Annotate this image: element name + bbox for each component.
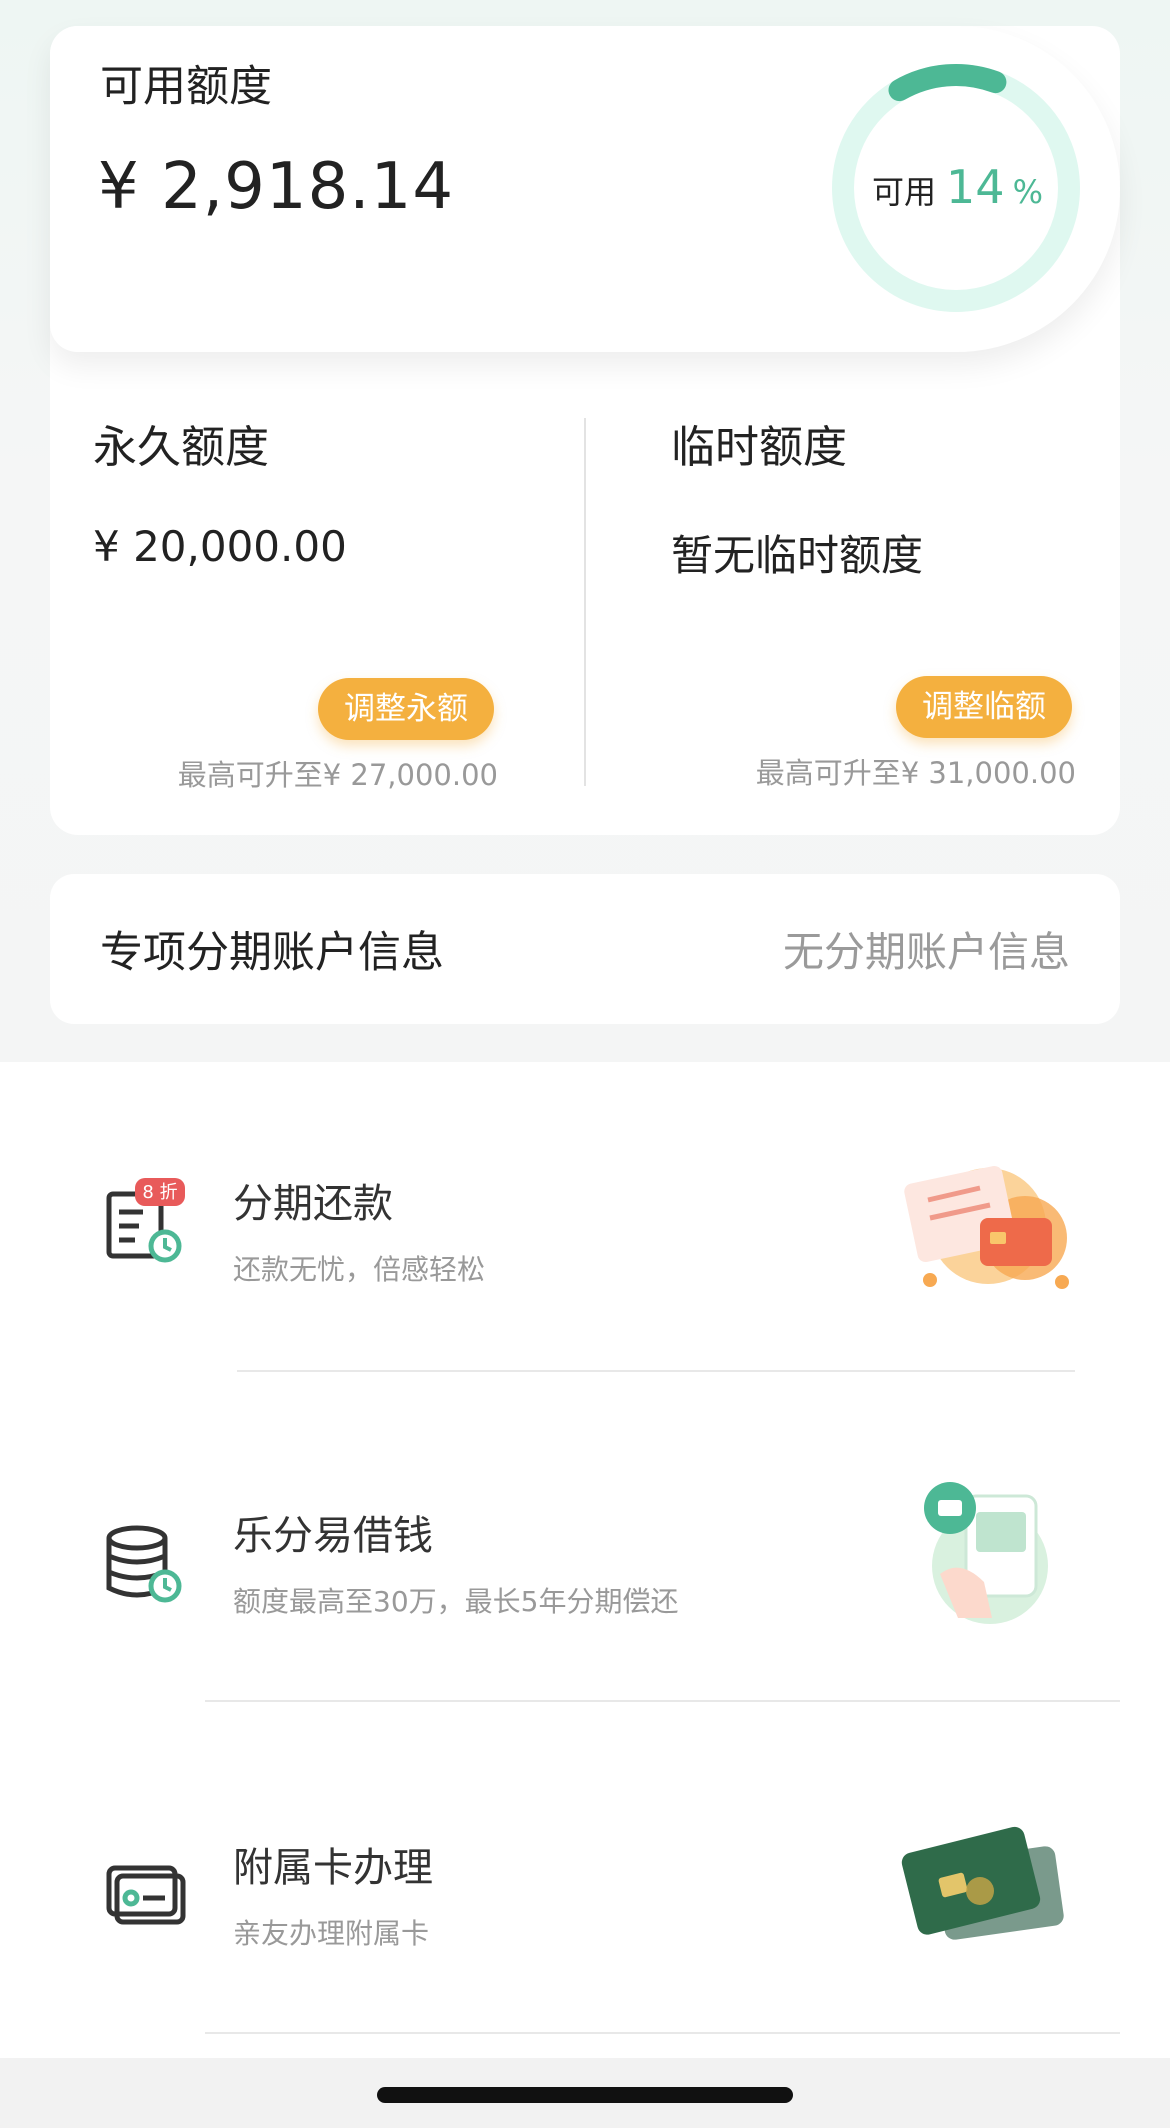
card-icon (106, 1865, 186, 1925)
ring-percent-unit: % (1012, 173, 1043, 211)
service-title[interactable]: 乐分易借钱 (233, 1503, 433, 1561)
available-limit-amount: ¥ 2,918.14 (98, 150, 455, 224)
phone-hand-illustration (924, 1482, 1048, 1624)
installment-account-title: 专项分期账户信息 (100, 928, 444, 978)
temporary-limit-value: 暂无临时额度 (671, 531, 924, 580)
service-subtitle: 额度最高至30万，最长5年分期偿还 (233, 1585, 679, 1618)
list-divider (205, 2032, 1120, 2034)
service-subtitle: 还款无忧，倍感轻松 (233, 1253, 486, 1286)
adjust-temporary-button[interactable]: 调整临额 (896, 676, 1072, 738)
permanent-limit-hint: 最高可升至¥ 27,000.00 (177, 758, 498, 792)
list-divider (237, 1370, 1075, 1372)
ring-label: 可用 14% (872, 160, 1043, 214)
bill-card-illustration (904, 1165, 1069, 1289)
home-indicator (377, 2087, 793, 2103)
permanent-limit-value: ¥ 20,000.00 (93, 522, 347, 571)
ring-label-text: 可用 (872, 173, 937, 211)
list-divider (205, 1700, 1120, 1702)
permanent-limit-title: 永久额度 (93, 422, 269, 473)
installment-account-value: 无分期账户信息 (783, 928, 1070, 976)
bank-card-illustration (901, 1826, 1064, 1940)
service-title[interactable]: 分期还款 (233, 1171, 393, 1229)
adjust-permanent-button[interactable]: 调整永额 (318, 678, 494, 740)
temporary-limit-hint: 最高可升至¥ 31,000.00 (755, 756, 1076, 790)
coin-stack-clock-icon (106, 1525, 182, 1603)
bill-clock-icon: 8 折 (106, 1178, 185, 1263)
available-limit-title: 可用额度 (100, 62, 272, 112)
temporary-limit-title: 临时额度 (671, 422, 847, 473)
service-subtitle: 亲友办理附属卡 (233, 1917, 430, 1950)
column-divider (584, 418, 586, 786)
ring-percent-value: 14 (946, 160, 1005, 214)
discount-badge-text: 8 折 (142, 1182, 177, 1203)
service-title[interactable]: 附属卡办理 (233, 1835, 433, 1893)
